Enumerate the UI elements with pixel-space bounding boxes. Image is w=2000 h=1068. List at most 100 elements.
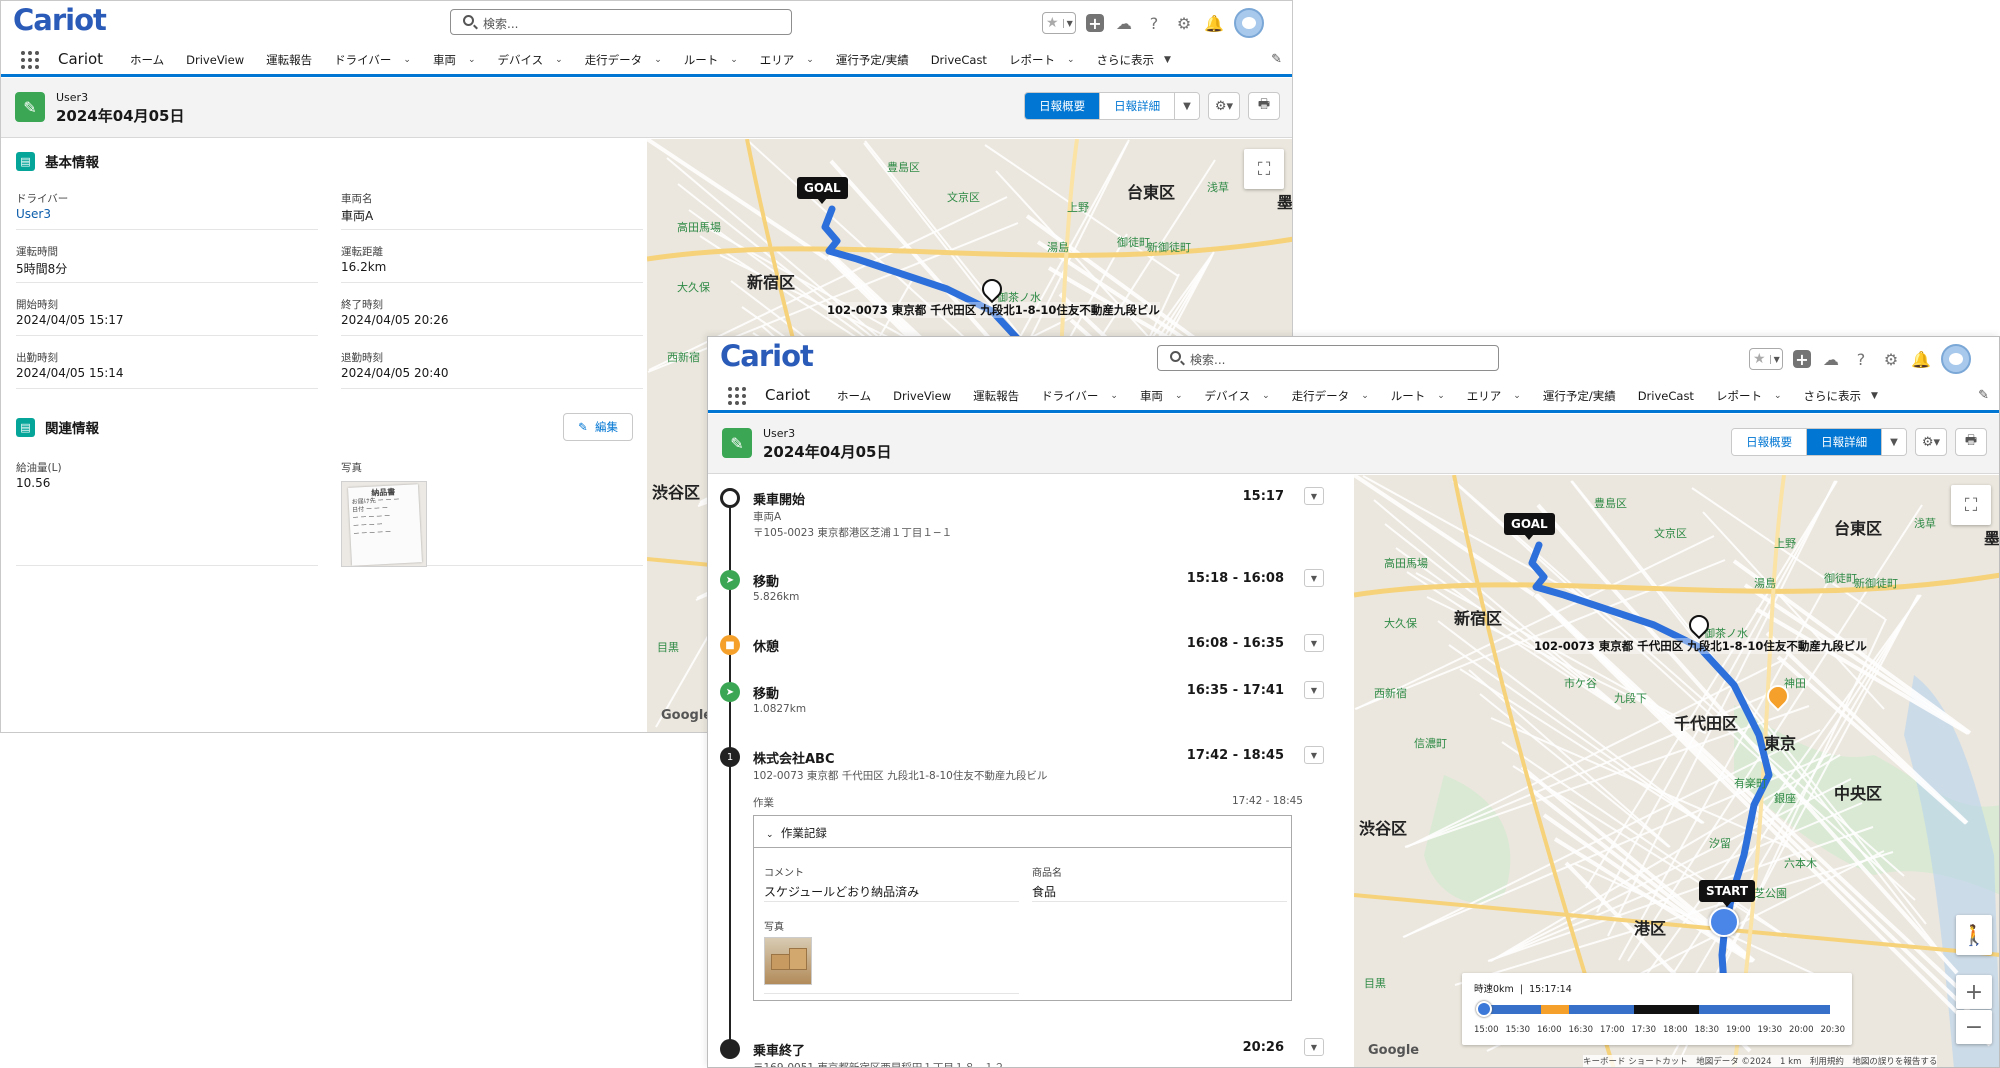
timeline-item[interactable]: ➤ 移動 16:35 - 17:41 ▼ 1.0827km bbox=[708, 681, 1328, 731]
timeline-item[interactable]: ➤ 移動 15:18 - 16:08 ▼ 5.826km bbox=[708, 569, 1328, 619]
chevron-down-icon[interactable]: ⌄ bbox=[1437, 391, 1445, 401]
chevron-down-icon[interactable]: ⌄ bbox=[654, 55, 662, 65]
timeline-item[interactable]: ■ 休憩 16:08 - 16:35 ▼ bbox=[708, 634, 1328, 684]
nav-item[interactable]: デバイス ⌄ bbox=[497, 52, 562, 68]
nav-item[interactable]: DriveCast bbox=[1638, 388, 1694, 404]
print-icon[interactable]: 🖶 bbox=[1955, 428, 1987, 456]
nav-item[interactable]: エリア ⌄ bbox=[1467, 388, 1521, 404]
pegman-icon[interactable]: 🚶 bbox=[1956, 915, 1992, 955]
zoom-out-icon[interactable]: − bbox=[1956, 1010, 1992, 1044]
app-launcher-icon[interactable] bbox=[21, 51, 39, 69]
timeline-item[interactable]: 1 株式会社ABC 17:42 - 18:45 ▼ 102-0073 東京都 千代田区 … bbox=[708, 746, 1328, 796]
help-icon[interactable]: ? bbox=[1144, 13, 1164, 33]
cariot-logo[interactable]: Cariot bbox=[720, 339, 814, 373]
add-icon[interactable]: + bbox=[1793, 350, 1811, 369]
chevron-down-icon[interactable]: ⌄ bbox=[1513, 391, 1521, 401]
chevron-down-icon[interactable]: ⌄ bbox=[555, 55, 563, 65]
tab-detail[interactable]: 日報詳細 bbox=[1100, 93, 1176, 119]
cariot-logo[interactable]: Cariot bbox=[13, 3, 107, 37]
print-icon[interactable]: 🖶 bbox=[1248, 92, 1280, 120]
chevron-down-icon[interactable]: ⌄ bbox=[403, 55, 411, 65]
gear-icon[interactable]: ⚙ bbox=[1174, 13, 1194, 33]
edit-nav-icon[interactable]: ✎ bbox=[1978, 388, 1989, 403]
speed-timeline[interactable]: 時速0km | 15:17:14 15:00 15:30 16:00 16:30 17:0… bbox=[1462, 973, 1852, 1045]
nav-item[interactable]: DriveView bbox=[893, 388, 951, 404]
chevron-down-icon[interactable]: ▼ bbox=[1304, 634, 1324, 652]
cargo-photo[interactable] bbox=[764, 937, 812, 985]
avatar[interactable] bbox=[1941, 344, 1971, 374]
nav-item[interactable]: 車両 ⌄ bbox=[433, 52, 476, 68]
chevron-down-icon[interactable]: ▼ bbox=[1304, 1038, 1324, 1056]
fullscreen-icon[interactable]: ⛶ bbox=[1951, 485, 1991, 525]
favorites-button[interactable]: ★ ▼ bbox=[1749, 348, 1783, 370]
nav-item[interactable]: ホーム bbox=[837, 388, 871, 404]
chevron-down-icon[interactable]: ⌄ bbox=[1262, 391, 1270, 401]
chevron-down-icon[interactable]: ⌄ bbox=[1361, 391, 1369, 401]
nav-item[interactable]: ホーム bbox=[130, 52, 164, 68]
bell-icon[interactable]: 🔔 bbox=[1911, 349, 1931, 369]
nav-item[interactable]: ルート ⌄ bbox=[684, 52, 738, 68]
settings-menu-button[interactable]: ⚙▾ bbox=[1207, 92, 1240, 120]
timeline-item[interactable]: 乗車終了20:26▼〒169-0051 東京都新宿区西早稲田１丁目１８−１２ bbox=[708, 1038, 1328, 1067]
chevron-down-icon[interactable]: ▼ bbox=[1304, 487, 1324, 505]
chevron-down-icon[interactable]: ▼ bbox=[1304, 746, 1324, 764]
chevron-down-icon[interactable]: ⌄ bbox=[806, 55, 814, 65]
nav-item[interactable]: 走行データ ⌄ bbox=[1292, 388, 1369, 404]
timeline-item[interactable]: 乗車開始 15:17 ▼ 車両A 〒105-0023 東京都港区芝浦１丁目１−１ bbox=[708, 487, 1328, 539]
edit-nav-icon[interactable]: ✎ bbox=[1271, 52, 1282, 67]
chevron-down-icon[interactable]: ⌄ bbox=[730, 55, 738, 65]
trailhead-icon[interactable]: ☁ bbox=[1821, 349, 1841, 369]
search-input[interactable]: 検索... bbox=[450, 9, 792, 35]
route-map[interactable]: 新宿区台東区千代田区東京中央区渋谷区港区墨豊島区文京区大久保高田馬場西新宿御茶ノ… bbox=[1354, 475, 1999, 1067]
edit-button[interactable]: ✎ 編集 bbox=[563, 413, 633, 441]
slider-handle[interactable] bbox=[1476, 1001, 1492, 1017]
nav-item[interactable]: デバイス ⌄ bbox=[1204, 388, 1269, 404]
settings-menu-button[interactable]: ⚙▾ bbox=[1914, 428, 1947, 456]
nav-item[interactable]: レポート ⌄ bbox=[1716, 388, 1782, 404]
nav-item[interactable]: レポート ⌄ bbox=[1009, 52, 1075, 68]
nav-item[interactable]: さらに表示 ▼ bbox=[1804, 388, 1878, 404]
chevron-down-icon[interactable]: ⌄ bbox=[1175, 391, 1183, 401]
zoom-in-icon[interactable]: + bbox=[1956, 975, 1992, 1009]
nav-item[interactable]: ドライバー ⌄ bbox=[334, 52, 411, 68]
nav-item[interactable]: 車両 ⌄ bbox=[1140, 388, 1183, 404]
nav-item[interactable]: 運行予定/実績 bbox=[836, 52, 909, 68]
chevron-down-icon[interactable]: ▼ bbox=[1882, 429, 1906, 455]
chevron-down-icon[interactable]: ▼ bbox=[1304, 681, 1324, 699]
trailhead-icon[interactable]: ☁ bbox=[1114, 13, 1134, 33]
nav-item[interactable]: 運行予定/実績 bbox=[1543, 388, 1616, 404]
work-record-toggle[interactable]: ⌄ 作業記録 bbox=[754, 816, 1291, 848]
nav-item[interactable]: エリア ⌄ bbox=[760, 52, 814, 68]
fullscreen-icon[interactable]: ⛶ bbox=[1244, 149, 1284, 189]
help-icon[interactable]: ? bbox=[1851, 349, 1871, 369]
chevron-down-icon[interactable]: ▼ bbox=[1164, 55, 1171, 65]
nav-item[interactable]: ドライバー ⌄ bbox=[1041, 388, 1118, 404]
nav-item[interactable]: 走行データ ⌄ bbox=[585, 52, 662, 68]
bell-icon[interactable]: 🔔 bbox=[1204, 13, 1224, 33]
header-user: User3 bbox=[763, 427, 796, 440]
nav-item[interactable]: 運転報告 bbox=[973, 388, 1019, 404]
nav-item[interactable]: さらに表示 ▼ bbox=[1097, 52, 1171, 68]
tab-overview[interactable]: 日報概要 bbox=[1732, 429, 1808, 455]
work-photo-field: 写真 bbox=[764, 918, 1019, 994]
search-input[interactable]: 検索... bbox=[1157, 345, 1499, 371]
chevron-down-icon[interactable]: ⌄ bbox=[1067, 55, 1075, 65]
tab-overview[interactable]: 日報概要 bbox=[1025, 93, 1101, 119]
nav-item[interactable]: 運転報告 bbox=[266, 52, 312, 68]
nav-item[interactable]: DriveView bbox=[186, 52, 244, 68]
chevron-down-icon[interactable]: ⌄ bbox=[1774, 391, 1782, 401]
chevron-down-icon[interactable]: ⌄ bbox=[1110, 391, 1118, 401]
chevron-down-icon[interactable]: ⌄ bbox=[468, 55, 476, 65]
nav-item[interactable]: ルート ⌄ bbox=[1391, 388, 1445, 404]
chevron-down-icon[interactable]: ▼ bbox=[1175, 93, 1199, 119]
gear-icon[interactable]: ⚙ bbox=[1881, 349, 1901, 369]
chevron-down-icon[interactable]: ▼ bbox=[1304, 569, 1324, 587]
tab-detail[interactable]: 日報詳細 bbox=[1807, 429, 1883, 455]
receipt-photo[interactable]: 納品書 お届け先 ー ー ー日付 ー ー ーー ー ー ー ーー ー ー ーー ー… bbox=[341, 481, 427, 567]
nav-item[interactable]: DriveCast bbox=[931, 52, 987, 68]
app-launcher-icon[interactable] bbox=[728, 387, 746, 405]
chevron-down-icon[interactable]: ▼ bbox=[1871, 391, 1878, 401]
avatar[interactable] bbox=[1234, 8, 1264, 38]
favorites-button[interactable]: ★ ▼ bbox=[1042, 12, 1076, 34]
add-icon[interactable]: + bbox=[1086, 14, 1104, 33]
